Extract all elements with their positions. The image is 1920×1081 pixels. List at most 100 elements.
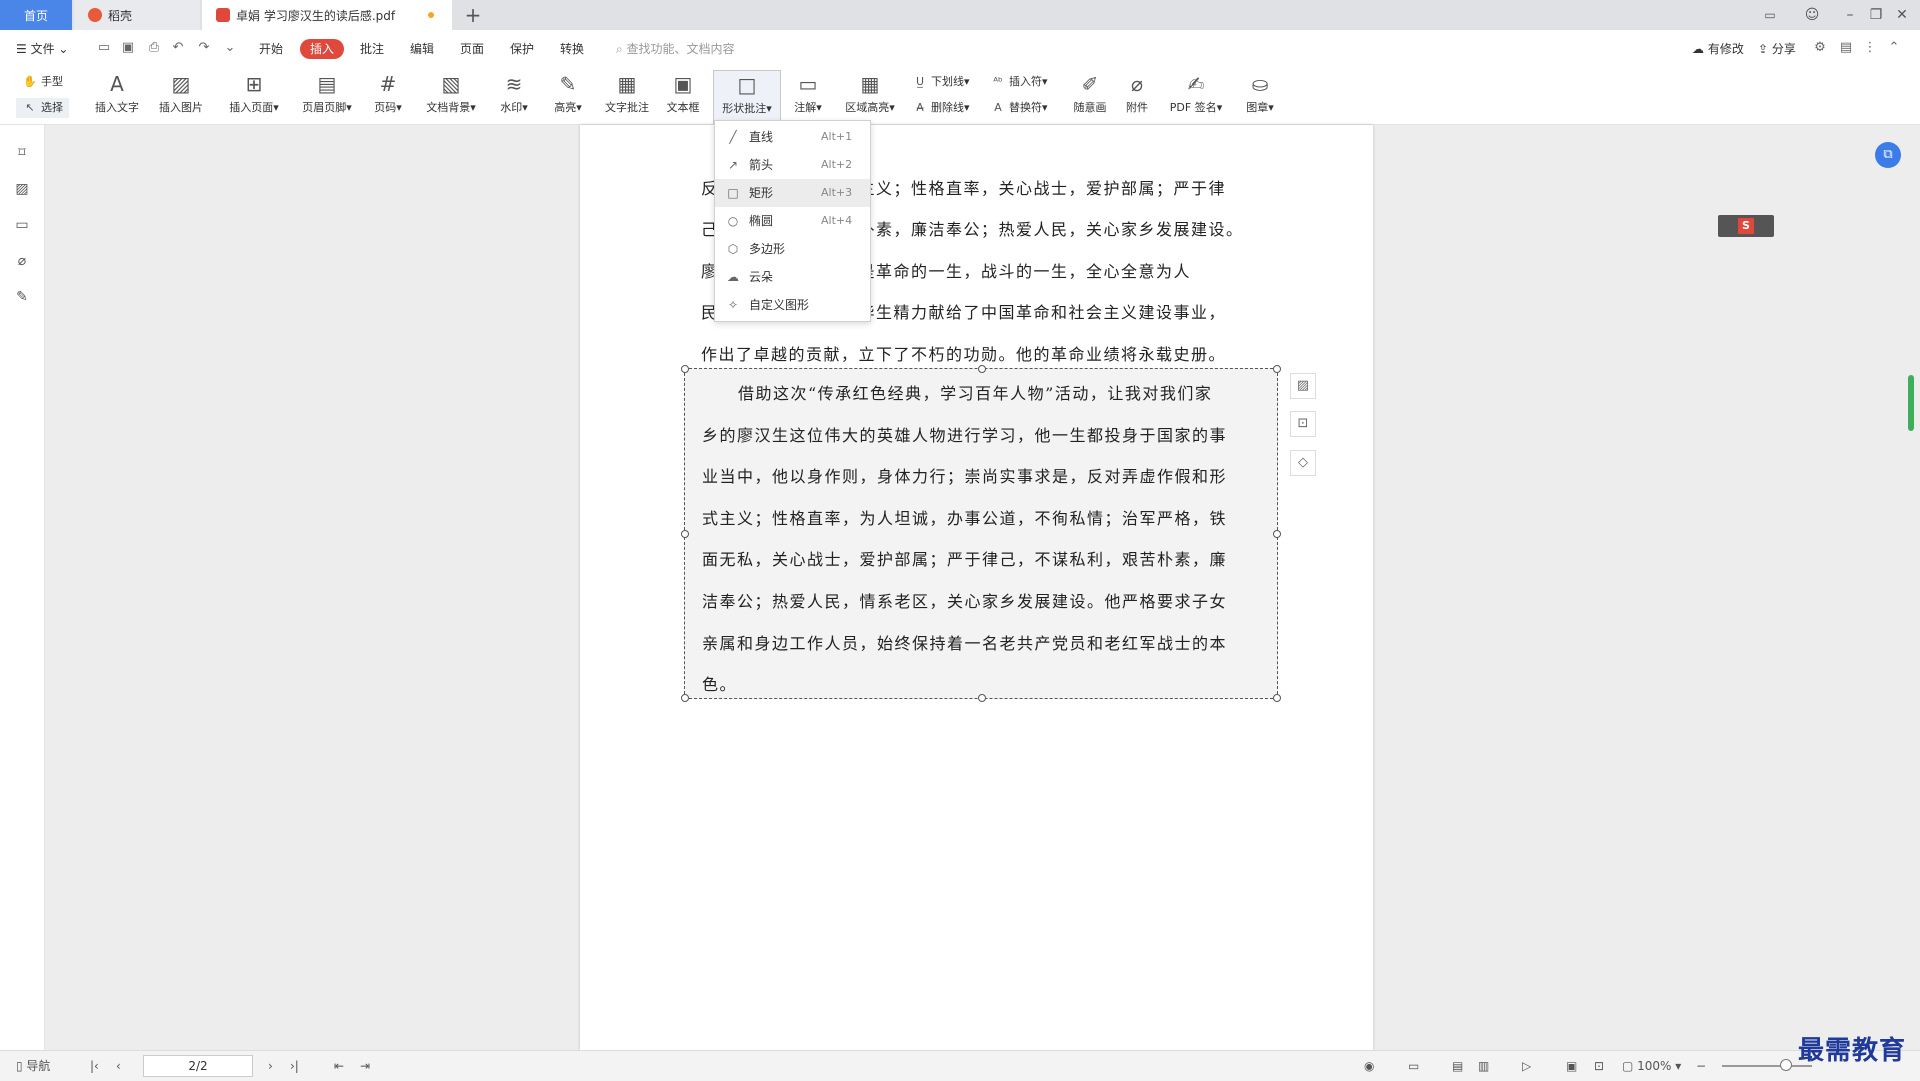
- insert-symbol-button[interactable]: ᴬᵇ 插入符▾: [990, 72, 1047, 92]
- first-page-icon[interactable]: |‹: [90, 1058, 99, 1074]
- header-footer-button[interactable]: ▤ 页眉页脚▾: [296, 70, 358, 122]
- text-comment-button[interactable]: ▦ 文字批注: [600, 70, 654, 122]
- menu-page[interactable]: 页面: [460, 39, 484, 59]
- resize-handle-sw[interactable]: [681, 694, 689, 702]
- nav-toggle[interactable]: ▯ 导航: [16, 1058, 50, 1074]
- insert-image-button[interactable]: ▨ 插入图片: [154, 70, 208, 122]
- signature-panel-icon[interactable]: ✎: [14, 289, 30, 305]
- textbox-button[interactable]: ▣ 文本框: [662, 70, 704, 122]
- zoom-out-icon[interactable]: −: [1696, 1058, 1706, 1074]
- resize-handle-w[interactable]: [681, 530, 689, 538]
- menu-convert[interactable]: 转换: [560, 39, 584, 59]
- tab-document[interactable]: 卓娟 学习廖汉生的读后感.pdf: [202, 0, 452, 30]
- shape-line[interactable]: ╱ 直线 Alt+1: [715, 123, 870, 151]
- note-button[interactable]: ▭ 注解▾: [788, 70, 828, 122]
- prev-page-icon[interactable]: ‹: [116, 1058, 121, 1074]
- single-page-icon[interactable]: ▭: [1408, 1058, 1419, 1074]
- shape-ellipse[interactable]: ○ 椭圆 Alt+4: [715, 207, 870, 235]
- zoom-select[interactable]: ▢ 100% ▾: [1622, 1058, 1681, 1074]
- pdf-sign-button[interactable]: ✍ PDF 签名▾: [1164, 70, 1228, 122]
- last-page-icon[interactable]: ›|: [290, 1058, 299, 1074]
- more-menu-icon[interactable]: ⋮: [1862, 40, 1878, 56]
- two-page-icon[interactable]: ▥: [1478, 1058, 1489, 1074]
- page-number-button[interactable]: # 页码▾: [368, 70, 408, 122]
- ime-toolbar[interactable]: S: [1718, 215, 1774, 237]
- play-icon[interactable]: ▷: [1522, 1058, 1531, 1074]
- shape-cloud[interactable]: ☁ 云朵: [715, 263, 870, 291]
- menu-insert[interactable]: 插入: [300, 39, 345, 59]
- doc-background-button[interactable]: ▧ 文档背景▾: [420, 70, 482, 122]
- strikethrough-button[interactable]: A̶ 删除线▾: [912, 98, 969, 118]
- area-highlight-button[interactable]: ▦ 区域高亮▾: [838, 70, 902, 122]
- open-icon[interactable]: ▭: [96, 40, 112, 56]
- more-icon[interactable]: ⌄: [222, 40, 238, 56]
- resize-handle-n[interactable]: [978, 365, 986, 373]
- comment-icon[interactable]: ▭: [14, 217, 30, 233]
- eye-icon[interactable]: ◉: [1364, 1058, 1374, 1074]
- continuous-icon[interactable]: ▤: [1452, 1058, 1463, 1074]
- shape-label: 多边形: [749, 242, 786, 256]
- modified-button[interactable]: ☁ 有修改: [1692, 39, 1744, 59]
- print-icon[interactable]: ⎙: [146, 40, 162, 56]
- bookmark-icon[interactable]: ⌑: [14, 145, 30, 161]
- menu-edit[interactable]: 编辑: [410, 39, 434, 59]
- shape-arrow[interactable]: ↗ 箭头 Alt+2: [715, 151, 870, 179]
- resize-handle-se[interactable]: [1273, 694, 1281, 702]
- actual-size-icon[interactable]: ▣: [1566, 1058, 1577, 1074]
- fit-page-icon[interactable]: ⊡: [1594, 1058, 1604, 1074]
- shape-rectangle[interactable]: □ 矩形 Alt+3: [715, 179, 870, 207]
- highlight-button[interactable]: ✎ 高亮▾: [548, 70, 588, 122]
- back-icon[interactable]: ⇤: [334, 1058, 344, 1074]
- resize-handle-nw[interactable]: [681, 365, 689, 373]
- undo-icon[interactable]: ↶: [170, 40, 186, 56]
- tab-home[interactable]: 首页: [0, 0, 72, 30]
- attachment-button[interactable]: ⌀ 附件: [1118, 70, 1156, 122]
- insert-page-button[interactable]: ⊞ 插入页面▾: [224, 70, 284, 122]
- save-icon[interactable]: ▣: [120, 40, 136, 56]
- close-button[interactable]: ✕: [1884, 0, 1920, 30]
- message-icon[interactable]: ▤: [1838, 40, 1854, 56]
- select-tool[interactable]: ↖ 选择: [16, 98, 69, 118]
- hand-tool[interactable]: ✋ 手型: [22, 72, 63, 92]
- forward-icon[interactable]: ⇥: [360, 1058, 370, 1074]
- shape-polygon[interactable]: ⬡ 多边形: [715, 235, 870, 263]
- attachment-panel-icon[interactable]: ⌀: [14, 253, 30, 269]
- eraser-icon[interactable]: ◇: [1290, 450, 1316, 476]
- selected-textbox[interactable]: 借助这次“传承红色经典，学习百年人物”活动，让我对我们家 乡的廖汉生这位伟大的英…: [681, 365, 1281, 702]
- collapse-ribbon-icon[interactable]: ⌃: [1886, 40, 1902, 56]
- underline-button[interactable]: U̲ 下划线▾: [912, 72, 970, 92]
- search-box[interactable]: ⌕ 查找功能、文档内容: [616, 38, 735, 60]
- menu-start[interactable]: 开始: [259, 39, 283, 59]
- floating-tool-button[interactable]: ⧉: [1875, 142, 1901, 168]
- note-icon: ▭: [798, 72, 818, 96]
- window-layout-icon[interactable]: ▭: [1752, 0, 1788, 30]
- crop-icon[interactable]: ⊡: [1290, 411, 1316, 437]
- resize-handle-ne[interactable]: [1273, 365, 1281, 373]
- replace-symbol-label: 替换符: [1009, 101, 1042, 114]
- thumbnail-icon[interactable]: ▨: [14, 181, 30, 197]
- replace-image-icon[interactable]: ▨: [1290, 373, 1316, 399]
- tab-daoke[interactable]: 稻壳: [74, 0, 200, 30]
- resize-handle-s[interactable]: [978, 694, 986, 702]
- resize-handle-e[interactable]: [1273, 530, 1281, 538]
- next-page-icon[interactable]: ›: [268, 1058, 273, 1074]
- watermark-button[interactable]: ≋ 水印▾: [494, 70, 534, 122]
- stamp-button[interactable]: ⛀ 图章▾: [1238, 70, 1282, 122]
- insert-symbol-icon: ᴬᵇ: [993, 75, 1003, 88]
- settings-icon[interactable]: ⚙: [1812, 40, 1828, 56]
- insert-text-button[interactable]: A 插入文字: [90, 70, 144, 122]
- replace-symbol-button[interactable]: A 替换符▾: [990, 98, 1047, 118]
- menu-protect[interactable]: 保护: [510, 39, 534, 59]
- share-button[interactable]: ⇪ 分享: [1758, 39, 1796, 59]
- vertical-scrollbar[interactable]: [1908, 375, 1914, 431]
- page-number-input[interactable]: 2/2: [143, 1055, 253, 1077]
- zoom-slider-handle[interactable]: [1780, 1059, 1792, 1071]
- menu-annotate[interactable]: 批注: [360, 39, 384, 59]
- shape-custom[interactable]: ✧ 自定义图形: [715, 291, 870, 319]
- redo-icon[interactable]: ↷: [196, 40, 212, 56]
- freehand-button[interactable]: ✐ 随意画: [1068, 70, 1112, 122]
- shape-comment-button[interactable]: □ 形状批注▾: [713, 70, 781, 124]
- avatar[interactable]: ☺: [1794, 0, 1830, 30]
- new-tab-button[interactable]: +: [460, 2, 486, 28]
- file-menu[interactable]: ☰ 文件 ⌄: [16, 39, 68, 59]
